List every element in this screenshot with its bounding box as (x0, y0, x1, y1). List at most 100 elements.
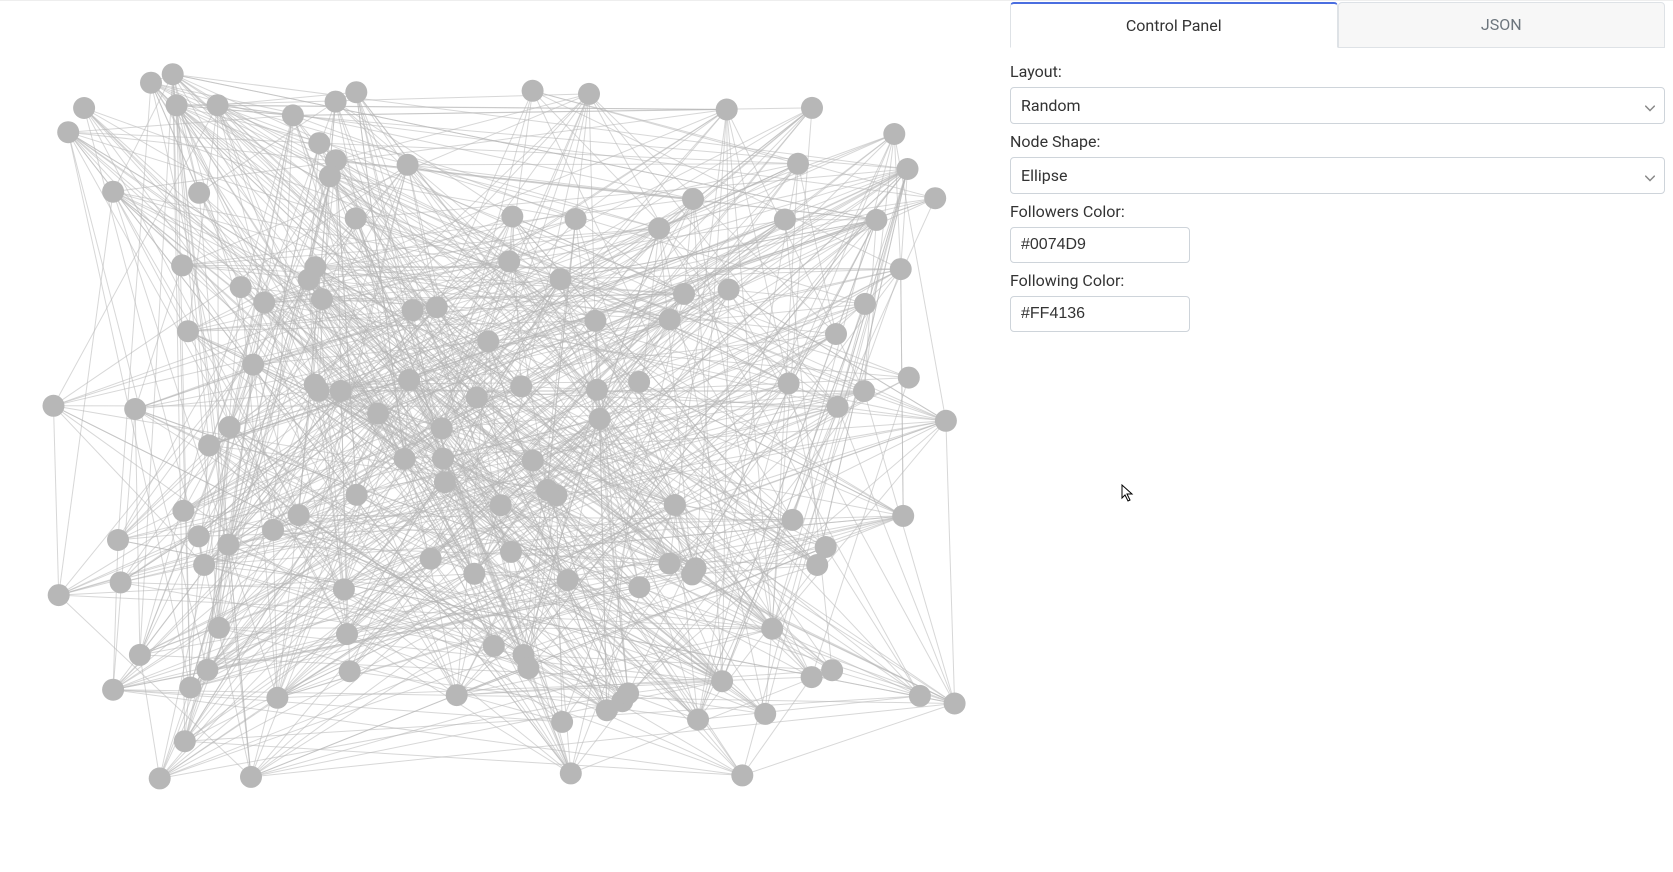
node-shape-select[interactable]: Ellipse (1010, 157, 1665, 194)
graph-node[interactable] (288, 504, 310, 526)
graph-node[interactable] (787, 153, 809, 175)
graph-node[interactable] (924, 187, 946, 209)
graph-node[interactable] (584, 310, 606, 332)
graph-node[interactable] (898, 367, 920, 389)
graph-node[interactable] (883, 123, 905, 145)
graph-node[interactable] (198, 434, 220, 456)
graph-node[interactable] (892, 505, 914, 527)
graph-node[interactable] (219, 416, 241, 438)
graph-node[interactable] (711, 670, 733, 692)
graph-node[interactable] (500, 541, 522, 563)
graph-node[interactable] (673, 283, 695, 305)
graph-node[interactable] (821, 659, 843, 681)
followers-color-input[interactable] (1010, 227, 1190, 263)
graph-node[interactable] (262, 519, 284, 541)
graph-node[interactable] (565, 208, 587, 230)
graph-node[interactable] (319, 165, 341, 187)
graph-node[interactable] (140, 72, 162, 94)
graph-node[interactable] (801, 666, 823, 688)
graph-node[interactable] (308, 132, 330, 154)
graph-node[interactable] (510, 375, 532, 397)
graph-node[interactable] (446, 684, 468, 706)
graph-node[interactable] (124, 398, 146, 420)
graph-node[interactable] (129, 644, 151, 666)
graph-node[interactable] (110, 571, 132, 593)
graph-node[interactable] (761, 618, 783, 640)
tab-json[interactable]: JSON (1338, 2, 1666, 48)
graph-node[interactable] (330, 380, 352, 402)
graph-node[interactable] (681, 563, 703, 585)
graph-node[interactable] (193, 554, 215, 576)
graph-node[interactable] (483, 635, 505, 657)
graph-node[interactable] (48, 584, 70, 606)
graph-node[interactable] (731, 764, 753, 786)
graph-node[interactable] (853, 380, 875, 402)
graph-node[interactable] (107, 529, 129, 551)
graph-node[interactable] (434, 471, 456, 493)
graph-node[interactable] (177, 320, 199, 342)
graph-node[interactable] (586, 379, 608, 401)
graph-node[interactable] (477, 330, 499, 352)
graph-node[interactable] (550, 268, 572, 290)
graph-node[interactable] (398, 369, 420, 391)
graph-node[interactable] (628, 371, 650, 393)
graph-node[interactable] (463, 563, 485, 585)
graph-node[interactable] (426, 296, 448, 318)
graph-node[interactable] (174, 730, 196, 752)
graph-node[interactable] (825, 323, 847, 345)
graph-node[interactable] (557, 569, 579, 591)
graph-node[interactable] (253, 292, 275, 314)
graph-node[interactable] (522, 80, 544, 102)
graph-node[interactable] (345, 81, 367, 103)
graph-node[interactable] (935, 410, 957, 432)
graph-node[interactable] (394, 448, 416, 470)
graph-node[interactable] (498, 250, 520, 272)
graph-node[interactable] (778, 372, 800, 394)
graph-node[interactable] (578, 83, 600, 105)
graph-node[interactable] (854, 293, 876, 315)
graph-node[interactable] (431, 417, 453, 439)
graph-node[interactable] (166, 94, 188, 116)
graph-node[interactable] (188, 182, 210, 204)
graph-node[interactable] (207, 94, 229, 116)
graph-node[interactable] (659, 553, 681, 575)
graph-node[interactable] (217, 534, 239, 556)
graph-node[interactable] (827, 396, 849, 418)
graph-node[interactable] (517, 657, 539, 679)
tab-control-panel[interactable]: Control Panel (1010, 2, 1338, 48)
graph-node[interactable] (171, 254, 193, 276)
graph-node[interactable] (466, 386, 488, 408)
graph-node[interactable] (490, 494, 512, 516)
graph-node[interactable] (397, 154, 419, 176)
graph-node[interactable] (196, 659, 218, 681)
graph-node[interactable] (716, 99, 738, 121)
graph-node[interactable] (339, 660, 361, 682)
graph-node[interactable] (909, 685, 931, 707)
graph-node[interactable] (102, 679, 124, 701)
graph-node[interactable] (304, 374, 326, 396)
graph-node[interactable] (897, 158, 919, 180)
graph-node[interactable] (73, 97, 95, 119)
graph-node[interactable] (560, 762, 582, 784)
graph-node[interactable] (806, 554, 828, 576)
graph-node[interactable] (149, 767, 171, 789)
graph-node[interactable] (345, 207, 367, 229)
graph-node[interactable] (432, 448, 454, 470)
graph-node[interactable] (628, 576, 650, 598)
graph-node[interactable] (890, 258, 912, 280)
graph-node[interactable] (420, 548, 442, 570)
graph-node[interactable] (664, 494, 686, 516)
graph-node[interactable] (536, 479, 558, 501)
graph-node[interactable] (617, 682, 639, 704)
graph-node[interactable] (687, 709, 709, 731)
graph-node[interactable] (718, 279, 740, 301)
graph-node[interactable] (944, 693, 966, 715)
graph-node[interactable] (162, 63, 184, 85)
graph-node[interactable] (754, 703, 776, 725)
graph-node[interactable] (266, 687, 288, 709)
graph-node[interactable] (367, 403, 389, 425)
graph-node[interactable] (188, 525, 210, 547)
graph-node[interactable] (311, 288, 333, 310)
graph-node[interactable] (179, 677, 201, 699)
graph-node[interactable] (782, 509, 804, 531)
